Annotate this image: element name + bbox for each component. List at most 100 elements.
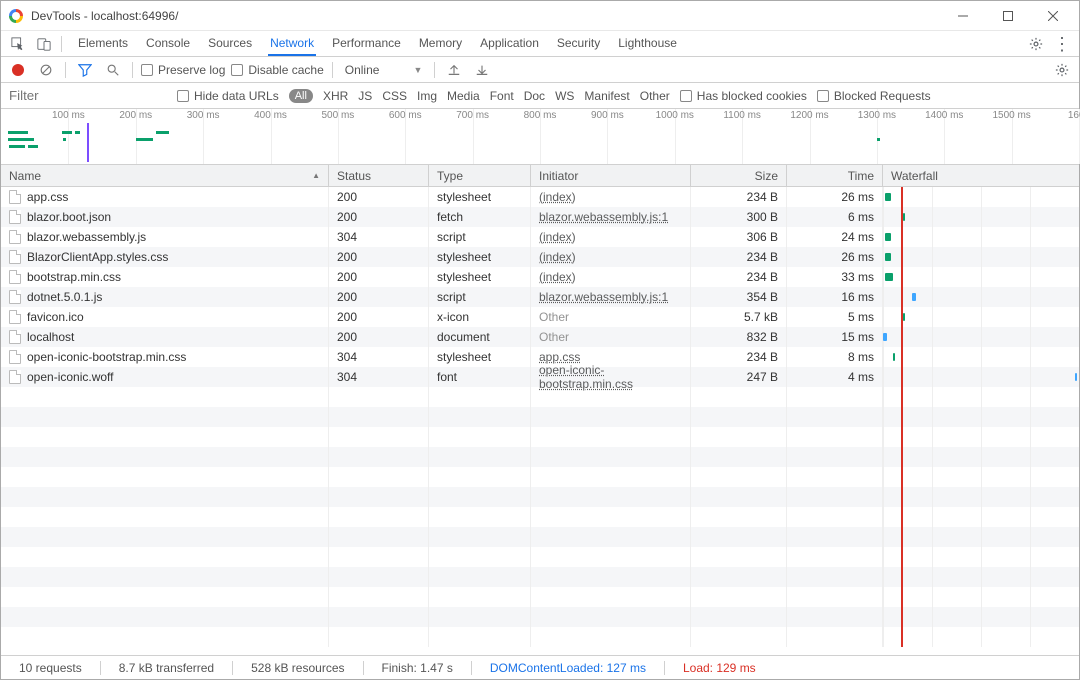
filter-type-doc[interactable]: Doc: [524, 89, 545, 103]
throttling-value: Online: [345, 63, 380, 77]
request-row[interactable]: app.css200stylesheet(index)234 B26 ms: [1, 187, 1079, 207]
maximize-button[interactable]: [985, 2, 1030, 30]
file-icon: [9, 350, 21, 364]
request-row[interactable]: favicon.ico200x-iconOther5.7 kB5 ms: [1, 307, 1079, 327]
filter-all-pill[interactable]: All: [289, 89, 313, 103]
filter-type-media[interactable]: Media: [447, 89, 480, 103]
record-button[interactable]: [7, 59, 29, 81]
empty-row: [1, 607, 1079, 627]
filter-type-manifest[interactable]: Manifest: [584, 89, 629, 103]
timeline-tick-label: 300 ms: [187, 110, 220, 121]
col-name[interactable]: Name▲: [1, 165, 329, 186]
empty-row: [1, 627, 1079, 647]
request-time: 15 ms: [787, 327, 883, 347]
request-status: 200: [329, 327, 429, 347]
request-row[interactable]: localhost200documentOther832 B15 ms: [1, 327, 1079, 347]
throttling-select[interactable]: Online▼: [341, 61, 427, 79]
request-name: open-iconic-bootstrap.min.css: [27, 350, 186, 364]
timeline-overview[interactable]: 100 ms200 ms300 ms400 ms500 ms600 ms700 …: [1, 109, 1079, 165]
request-initiator[interactable]: (index): [539, 190, 576, 204]
tab-lighthouse[interactable]: Lighthouse: [616, 31, 679, 56]
request-row[interactable]: blazor.boot.json200fetchblazor.webassemb…: [1, 207, 1079, 227]
request-time: 26 ms: [787, 187, 883, 207]
tab-performance[interactable]: Performance: [330, 31, 403, 56]
col-size[interactable]: Size: [691, 165, 787, 186]
col-status[interactable]: Status: [329, 165, 429, 186]
clear-button[interactable]: [35, 59, 57, 81]
filter-input[interactable]: [7, 87, 167, 104]
waterfall-cell: [883, 287, 1079, 307]
filter-bar: Hide data URLs All XHR JS CSS Img Media Font D…: [1, 83, 1079, 109]
request-row[interactable]: dotnet.5.0.1.js200scriptblazor.webassemb…: [1, 287, 1079, 307]
tab-console[interactable]: Console: [144, 31, 192, 56]
empty-row: [1, 487, 1079, 507]
disable-cache-checkbox[interactable]: Disable cache: [231, 63, 323, 77]
request-initiator[interactable]: (index): [539, 230, 576, 244]
request-type: stylesheet: [429, 187, 531, 207]
blocked-requests-checkbox[interactable]: Blocked Requests: [817, 89, 931, 103]
request-initiator: Other: [539, 310, 569, 324]
request-row[interactable]: BlazorClientApp.styles.css200stylesheet(…: [1, 247, 1079, 267]
request-initiator[interactable]: (index): [539, 270, 576, 284]
search-icon[interactable]: [102, 59, 124, 81]
preserve-log-checkbox[interactable]: Preserve log: [141, 63, 225, 77]
filter-type-ws[interactable]: WS: [555, 89, 574, 103]
filter-toggle-icon[interactable]: [74, 59, 96, 81]
request-initiator[interactable]: blazor.webassembly.js:1: [539, 210, 668, 224]
network-settings-gear-icon[interactable]: [1051, 59, 1073, 81]
request-initiator: Other: [539, 330, 569, 344]
filter-type-css[interactable]: CSS: [382, 89, 407, 103]
upload-har-icon[interactable]: [443, 59, 465, 81]
filter-type-other[interactable]: Other: [640, 89, 670, 103]
more-menu-icon[interactable]: ⋮: [1051, 33, 1073, 55]
request-row[interactable]: blazor.webassembly.js304script(index)306…: [1, 227, 1079, 247]
tab-memory[interactable]: Memory: [417, 31, 464, 56]
request-initiator[interactable]: app.css: [539, 350, 580, 364]
filter-type-img[interactable]: Img: [417, 89, 437, 103]
timeline-tick-label: 1300 ms: [858, 110, 896, 121]
empty-row: [1, 587, 1079, 607]
blocked-cookies-checkbox[interactable]: Has blocked cookies: [680, 89, 807, 103]
devtools-window: DevTools - localhost:64996/ Elements Cons…: [0, 0, 1080, 680]
timeline-tick-label: 1100 ms: [723, 110, 761, 121]
empty-row: [1, 527, 1079, 547]
request-status: 200: [329, 187, 429, 207]
timeline-tick-label: 100 ms: [52, 110, 85, 121]
separator: [434, 62, 435, 78]
col-waterfall[interactable]: Waterfall: [883, 165, 1079, 186]
request-status: 200: [329, 287, 429, 307]
timeline-tick-label: 1200 ms: [790, 110, 828, 121]
request-row[interactable]: bootstrap.min.css200stylesheet(index)234…: [1, 267, 1079, 287]
inspect-element-icon[interactable]: [7, 33, 29, 55]
filter-type-xhr[interactable]: XHR: [323, 89, 348, 103]
col-initiator[interactable]: Initiator: [531, 165, 691, 186]
request-time: 26 ms: [787, 247, 883, 267]
tab-elements[interactable]: Elements: [76, 31, 130, 56]
requests-table-body: app.css200stylesheet(index)234 B26 msbla…: [1, 187, 1079, 655]
download-har-icon[interactable]: [471, 59, 493, 81]
request-row[interactable]: open-iconic.woff304fontopen-iconic-boots…: [1, 367, 1079, 387]
col-time[interactable]: Time: [787, 165, 883, 186]
tab-application[interactable]: Application: [478, 31, 541, 56]
request-status: 200: [329, 207, 429, 227]
minimize-button[interactable]: [940, 2, 985, 30]
tab-network[interactable]: Network: [268, 31, 316, 56]
tab-sources[interactable]: Sources: [206, 31, 254, 56]
close-button[interactable]: [1030, 2, 1075, 30]
request-status: 304: [329, 367, 429, 387]
settings-gear-icon[interactable]: [1025, 33, 1047, 55]
request-time: 6 ms: [787, 207, 883, 227]
request-time: 24 ms: [787, 227, 883, 247]
filter-type-js[interactable]: JS: [358, 89, 372, 103]
request-initiator[interactable]: blazor.webassembly.js:1: [539, 290, 668, 304]
tab-security[interactable]: Security: [555, 31, 602, 56]
request-initiator[interactable]: (index): [539, 250, 576, 264]
hide-data-urls-checkbox[interactable]: Hide data URLs: [177, 89, 279, 103]
file-icon: [9, 230, 21, 244]
request-size: 234 B: [691, 267, 787, 287]
col-type[interactable]: Type: [429, 165, 531, 186]
device-toggle-icon[interactable]: [33, 33, 55, 55]
window-title: DevTools - localhost:64996/: [31, 9, 178, 23]
waterfall-cell: [883, 187, 1079, 207]
filter-type-font[interactable]: Font: [490, 89, 514, 103]
